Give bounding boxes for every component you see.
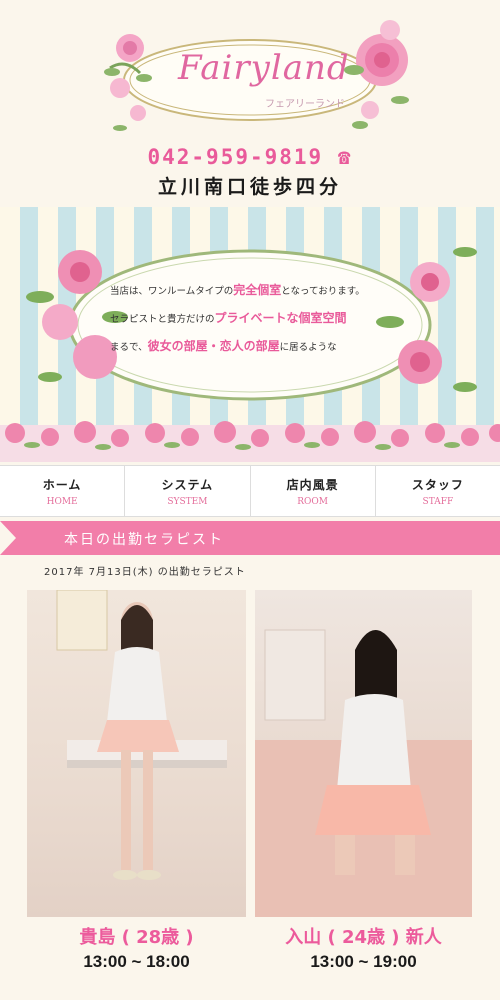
- therapist-name[interactable]: 貴島 ( 28歳 ): [27, 923, 246, 949]
- nav-sublabel: SYSTEM: [167, 497, 208, 507]
- nav-sublabel: ROOM: [297, 497, 328, 507]
- nav-label: ホーム: [42, 478, 82, 492]
- therapist-photo[interactable]: [255, 590, 472, 917]
- therapist-photo-image: [255, 629, 472, 917]
- logo-subtext: フェアリーランド: [265, 99, 345, 110]
- section-title: 本日の出勤セラピスト: [64, 532, 224, 548]
- phone-icon: ☎: [337, 145, 353, 169]
- therapist-hours: 13:00 ~ 19:00: [310, 952, 417, 971]
- nav-staff[interactable]: スタッフ STAFF: [376, 466, 500, 516]
- site-header: Fairyland フェアリーランド 042-959-9819 ☎ 立川南口徒歩…: [0, 0, 500, 205]
- nav-room[interactable]: 店内風景 ROOM: [251, 466, 376, 516]
- nav-system[interactable]: システム SYSTEM: [125, 466, 251, 516]
- banner-message: 当店は、ワンルームタイプの完全個室となっております。 セラピストと貴方だけのプラ…: [110, 283, 365, 353]
- nav-label: システム: [161, 478, 214, 492]
- therapist-name[interactable]: 入山 ( 24歳 ) 新人: [255, 923, 472, 949]
- nav-sublabel: HOME: [46, 497, 78, 507]
- nav-label: 店内風景: [286, 478, 339, 492]
- logo-text[interactable]: Fairyland: [178, 48, 349, 88]
- schedule-date: 2017年 7月13日(木) の出勤セラピスト: [44, 567, 246, 578]
- therapist-hours: 13:00 ~ 18:00: [83, 952, 190, 971]
- therapist-photo-image: [56, 590, 227, 880]
- rose-decoration-right: [344, 20, 409, 129]
- flower-decoration-left: [104, 34, 152, 131]
- main-navigation: ホーム HOME システム SYSTEM 店内風景 ROOM スタッフ STAF…: [0, 465, 500, 517]
- nav-home[interactable]: ホーム HOME: [0, 466, 126, 516]
- phone-number[interactable]: 042-959-9819 ☎: [0, 145, 500, 169]
- therapist-photo[interactable]: [27, 590, 246, 917]
- hero-banner: 当店は、ワンルームタイプの完全個室となっております。 セラピストと貴方だけのプラ…: [0, 207, 500, 462]
- nav-sublabel: STAFF: [422, 497, 454, 507]
- nav-label: スタッフ: [411, 478, 464, 492]
- flower-border: [0, 421, 500, 462]
- access-info: 立川南口徒歩四分: [157, 176, 342, 198]
